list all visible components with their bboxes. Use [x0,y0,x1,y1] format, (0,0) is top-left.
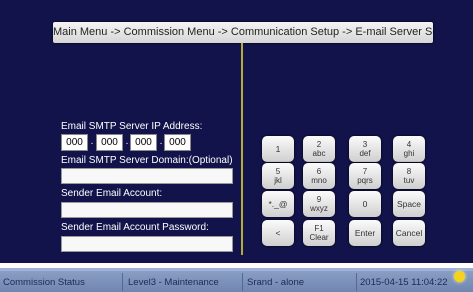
key-sub-label: abc [312,149,326,158]
key-3-button[interactable]: 3 def [349,136,381,162]
key-main-label: 7 [362,167,368,176]
key-9-button[interactable]: 9 wxyz [303,191,335,217]
status-separator [122,273,123,291]
ip-address-label: Email SMTP Server IP Address: [61,121,203,132]
access-level-text: Level3 - Maintenance [128,277,219,288]
key-main-label: 0 [362,198,368,209]
breadcrumb: Main Menu -> Commission Menu -> Communic… [53,22,433,43]
domain-label: Email SMTP Server Domain:(Optional) [61,155,233,166]
main-screen: Main Menu -> Commission Menu -> Communic… [0,0,473,263]
sender-account-label: Sender Email Account: [61,188,163,199]
key-main-label: Enter [354,227,376,238]
key-main-label: F1 [314,224,324,233]
enter-button[interactable]: Enter [349,220,381,246]
key-5-button[interactable]: 5 jkl [262,163,294,189]
ip-octet-2-input[interactable]: 000 [96,134,123,151]
sender-account-input[interactable] [61,202,233,218]
key-main-label: 6 [316,167,322,176]
commission-status-text[interactable]: Commission Status [3,274,85,292]
key-sub-label: def [359,149,371,158]
key-main-label: *._@ [268,198,288,209]
key-2-button[interactable]: 2 abc [303,136,335,162]
key-4-button[interactable]: 4 ghi [393,136,425,162]
key-sub-label: Clear [309,233,329,242]
key-main-label: 5 [275,167,281,176]
status-separator [356,273,357,291]
key-main-label: 8 [406,167,412,176]
password-label: Sender Email Account Password: [61,222,209,233]
key-8-button[interactable]: 8 tuv [393,163,425,189]
password-input[interactable] [61,236,233,252]
key-main-label: 3 [362,140,368,149]
key-sub-label: pqrs [357,176,373,185]
key-7-button[interactable]: 7 pqrs [349,163,381,189]
datetime-text: 2015-04-15 11:04:22 [360,277,448,288]
key-sub-label: wxyz [310,204,328,213]
key-main-label: Cancel [395,227,423,238]
status-bar-highlight [0,268,473,271]
key-main-label: 9 [316,195,322,204]
key-main-label: 2 [316,140,322,149]
cancel-button[interactable]: Cancel [393,220,425,246]
domain-input[interactable] [61,168,233,184]
backspace-button[interactable]: < [262,220,294,246]
ip-octet-1-input[interactable]: 000 [61,134,88,151]
status-indicator-icon [454,271,465,282]
key-main-label: Space [396,198,422,209]
key-sub-label: jkl [274,176,282,185]
status-separator [242,273,243,291]
key-main-label: < [275,227,281,238]
key-main-label: 4 [406,140,412,149]
key-main-label: 1 [275,143,281,154]
space-button[interactable]: Space [393,191,425,217]
key-6-button[interactable]: 6 mno [303,163,335,189]
f1-clear-button[interactable]: F1 Clear [303,220,335,246]
key-0-button[interactable]: 0 [349,191,381,217]
key-symbols-button[interactable]: *._@ [262,191,294,217]
operating-mode-text: Srand - alone [247,277,305,288]
status-bar: Commission Status Level3 - Maintenance S… [0,268,473,292]
key-1-button[interactable]: 1 [262,136,294,162]
ip-dot-separator: . [90,136,94,147]
ip-octet-3-input[interactable]: 000 [130,134,157,151]
key-sub-label: ghi [403,149,415,158]
ip-octet-4-input[interactable]: 000 [164,134,191,151]
key-sub-label: mno [311,176,327,185]
key-sub-label: tuv [403,176,415,185]
panel-divider [241,43,243,255]
